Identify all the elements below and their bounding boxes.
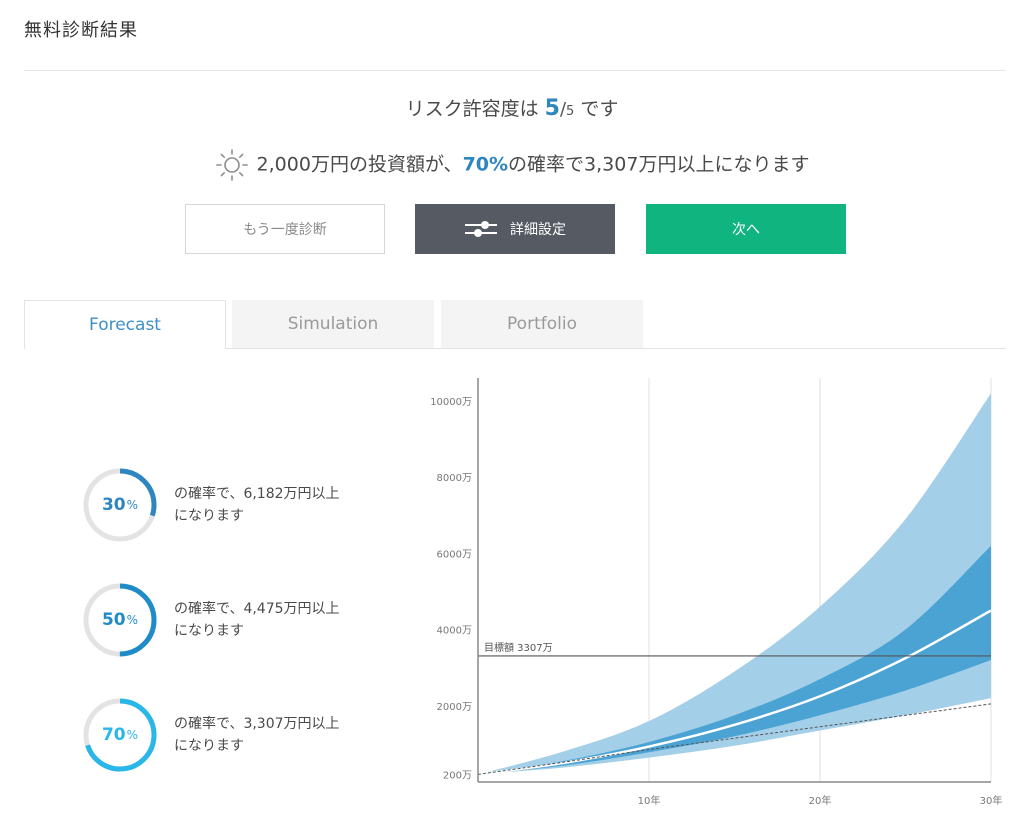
detailed-settings-button[interactable]: 詳細設定 [415, 204, 615, 254]
probability-percent-value: 30 [101, 495, 126, 515]
risk-prefix: リスク許容度は [405, 98, 539, 120]
y-tick-label: 4000万 [437, 626, 472, 637]
detailed-settings-label: 詳細設定 [510, 222, 566, 238]
probability-percent: 70% [82, 697, 158, 773]
forecast-suffix: の確率で3,307万円以上になります [508, 153, 810, 176]
probability-percent-value: 70 [101, 725, 126, 745]
sun-icon [215, 148, 249, 182]
risk-tolerance-line: リスク許容度は 5/5 です [0, 94, 1024, 121]
probability-row-30: 30% の確率で、6,182万円以上 になります [82, 467, 402, 547]
probability-percent: 50% [82, 582, 158, 658]
forecast-amount: 2,000万円の投資額が、 [256, 153, 463, 176]
page-title: 無料診断結果 [24, 20, 138, 41]
retry-diagnosis-button[interactable]: もう一度診断 [185, 204, 385, 254]
y-tick-label: 6000万 [437, 549, 472, 560]
probability-line1: の確率で、3,307万円以上 [174, 716, 340, 732]
tab-portfolio-label: Portfolio [507, 314, 577, 334]
next-label: 次へ [732, 222, 760, 238]
probability-percent: 30% [82, 467, 158, 543]
forecast-summary: 2,000万円の投資額が、70%の確率で3,307万円以上になります [0, 148, 1024, 182]
x-tick-label: 20年 [809, 794, 832, 807]
x-tick-label: 10年 [638, 794, 661, 807]
probability-line2: になります [174, 508, 244, 524]
probability-row-50: 50% の確率で、4,475万円以上 になります [82, 582, 402, 662]
header-divider [24, 70, 1006, 71]
target-label: 目標額 3307万 [484, 641, 553, 654]
tab-forecast-label: Forecast [89, 315, 161, 335]
risk-suffix: です [580, 98, 619, 120]
probability-percent-value: 50 [101, 610, 126, 630]
probability-description: の確率で、4,475万円以上 になります [174, 598, 384, 642]
tab-simulation-label: Simulation [287, 314, 379, 334]
probability-percent-unit: % [126, 498, 139, 512]
forecast-chart: 目標額 3307万 200万 2000万 4000万 6000万 8000万 10000万 1… [430, 378, 1003, 807]
y-tick-label: 10000万 [430, 397, 472, 408]
tab-simulation[interactable]: Simulation [232, 300, 434, 348]
sliders-icon [465, 221, 497, 237]
probability-description: の確率で、3,307万円以上 になります [174, 713, 384, 757]
next-button[interactable]: 次へ [646, 204, 846, 254]
probability-line1: の確率で、6,182万円以上 [174, 486, 340, 502]
tab-forecast[interactable]: Forecast [24, 300, 226, 349]
y-tick-label: 2000万 [437, 702, 472, 713]
probability-percent-unit: % [126, 613, 139, 627]
probability-line2: になります [174, 623, 244, 639]
x-tick-label: 30年 [980, 794, 1003, 807]
tab-underline [226, 348, 1006, 349]
y-tick-label: 200万 [443, 770, 472, 781]
probability-line1: の確率で、4,475万円以上 [174, 601, 340, 617]
retry-diagnosis-label: もう一度診断 [243, 222, 327, 238]
probability-percent-unit: % [126, 728, 139, 742]
y-tick-label: 8000万 [437, 473, 472, 484]
risk-max: 5 [566, 104, 575, 119]
probability-line2: になります [174, 738, 244, 754]
risk-value: 5 [544, 96, 560, 121]
probability-description: の確率で、6,182万円以上 になります [174, 483, 384, 527]
tab-portfolio[interactable]: Portfolio [441, 300, 643, 348]
probability-row-70: 70% の確率で、3,307万円以上 になります [82, 697, 402, 777]
forecast-probability: 70% [462, 153, 509, 176]
